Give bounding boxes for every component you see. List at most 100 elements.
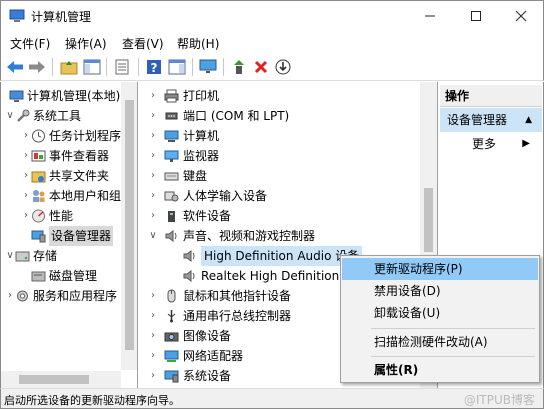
menu-view[interactable]: 查看(V) [122,35,164,52]
left-scroll-thumb[interactable] [125,100,134,350]
tree-item-label: 本地用户和组 [49,189,122,203]
expand-chevron-icon[interactable]: › [21,166,31,186]
context-separator [371,356,535,357]
device-tree-item[interactable]: › 打印机 [140,86,420,106]
tree-item[interactable]: 计算机管理(本地) [1,86,121,106]
expand-chevron-icon[interactable]: › [148,306,158,326]
close-button[interactable] [498,1,544,31]
context-update-driver[interactable]: 更新驱动程序(P) [342,258,538,280]
tree-item[interactable]: ∨ 存储 [1,246,121,266]
left-vertical-scrollbar[interactable] [121,82,137,370]
actions-header: 操作 [440,85,542,107]
device-tree-item[interactable]: ∨ 声音、视频和游戏控制器 [140,226,420,246]
expand-chevron-icon[interactable]: › [21,146,31,166]
tree-item[interactable]: › 任务计划程序 [1,126,121,146]
device-tree-item[interactable]: › 键盘 [140,166,420,186]
expand-chevron-icon[interactable]: › [148,326,158,346]
device-tree-item[interactable]: › 软件设备 [140,206,420,226]
expand-chevron-icon[interactable]: › [148,186,158,206]
device-scroll-thumb[interactable] [424,188,433,252]
action-pane-button[interactable] [167,57,187,77]
svg-text:?: ? [151,61,158,75]
back-button[interactable] [5,57,25,77]
context-properties[interactable]: 属性(R) [342,359,538,381]
expand-chevron-icon[interactable]: › [21,186,31,206]
console-tree: 计算机管理(本地) ∨ 系统工具 › 任务计划程序 › 事件查看器 › 共享文件夹 › 本地用户和组… [0,82,138,388]
tree-item[interactable]: › 本地用户和组 [1,186,121,206]
tree-item-label: 共享文件夹 [49,169,110,183]
device-tree-item[interactable]: › 计算机 [140,126,420,146]
expand-chevron-icon[interactable]: › [148,106,158,126]
device-label: 系统设备 [183,369,232,383]
device-label: 网络适配器 [183,349,244,363]
tree-item-label: 任务计划程序 [49,129,122,143]
tree-item[interactable]: ∨ 系统工具 [1,106,121,126]
device-tree-item[interactable]: › 监视器 [140,146,420,166]
context-scan-hardware[interactable]: 扫描检测硬件改动(A) [342,331,538,353]
actions-device-manager[interactable]: 设备管理器 ▲ [440,108,542,132]
monitor-icon [164,149,179,163]
tree-item[interactable]: 设备管理器 [1,226,121,246]
collapse-up-icon[interactable]: ▲ [525,108,532,132]
device-label: 监视器 [183,149,220,163]
update-driver-button[interactable] [229,57,249,77]
collapse-chevron-icon[interactable]: ∨ [5,246,15,266]
maximize-icon [471,11,481,21]
context-disable-device[interactable]: 禁用设备(D) [342,280,538,302]
properties-button[interactable] [112,57,132,77]
expand-chevron-icon[interactable]: › [5,286,15,306]
help-icon: ? [147,60,161,75]
scan-hardware-button[interactable] [273,57,293,77]
update-driver-icon [234,60,244,74]
network-icon [164,349,179,363]
tools-icon [15,109,30,123]
device-tree-item[interactable]: › 人体学输入设备 [140,186,420,206]
menu-bar: 文件(F) 操作(A) 查看(V) 帮助(H) [0,31,544,53]
computer-management-icon [9,9,25,22]
expand-chevron-icon[interactable]: › [21,206,31,226]
tree-item[interactable]: › 事件查看器 [1,146,121,166]
uninstall-button[interactable] [251,57,271,77]
actions-more[interactable]: 更多 ▶ [440,133,542,155]
help-button[interactable]: ? [144,57,164,77]
monitor-button[interactable] [198,57,218,77]
mouse-icon [164,289,179,303]
tree-item[interactable]: › 性能 [1,206,121,226]
menu-help[interactable]: 帮助(H) [177,35,219,52]
context-uninstall-device[interactable]: 卸载设备(U) [342,302,538,324]
maximize-button[interactable] [453,1,499,31]
expand-chevron-icon[interactable]: › [21,126,31,146]
device-label: 键盘 [183,169,208,183]
collapse-chevron-icon[interactable]: ∨ [5,106,15,126]
event-viewer-icon [31,149,46,163]
expand-chevron-icon[interactable]: › [148,366,158,386]
expand-chevron-icon[interactable]: › [148,146,158,166]
title-bar[interactable]: 计算机管理 [0,0,544,31]
forward-button[interactable] [27,57,47,77]
expand-chevron-icon[interactable]: › [148,86,158,106]
expand-chevron-icon[interactable]: › [148,286,158,306]
device-tree-item[interactable]: › 端口 (COM 和 LPT) [140,106,420,126]
left-horizontal-scrollbar[interactable] [1,371,121,388]
tree-item[interactable]: 磁盘管理 [1,266,121,286]
status-text: 启动所选设备的更新驱动程序向导。 [4,394,180,407]
context-menu: 更新驱动程序(P) 禁用设备(D) 卸载设备(U) 扫描检测硬件改动(A) 属性… [340,255,540,383]
left-hscroll-thumb[interactable] [19,375,89,384]
tree-item-label: 设备管理器 [49,226,114,246]
menu-action[interactable]: 操作(A) [65,35,107,52]
collapse-chevron-icon[interactable]: ∨ [148,226,158,246]
up-folder-button[interactable] [59,57,79,77]
minimize-button[interactable] [407,1,453,31]
expand-chevron-icon[interactable]: › [148,166,158,186]
expand-chevron-icon[interactable]: › [148,126,158,146]
expand-chevron-icon[interactable]: › [148,206,158,226]
tree-item[interactable]: › 共享文件夹 [1,166,121,186]
menu-file[interactable]: 文件(F) [10,35,50,52]
expand-chevron-icon[interactable]: › [148,346,158,366]
services-icon [15,289,30,303]
tree-item[interactable]: › 服务和应用程序 [1,286,121,306]
device-manager-icon [31,229,46,243]
show-hide-tree-button[interactable] [82,57,102,77]
